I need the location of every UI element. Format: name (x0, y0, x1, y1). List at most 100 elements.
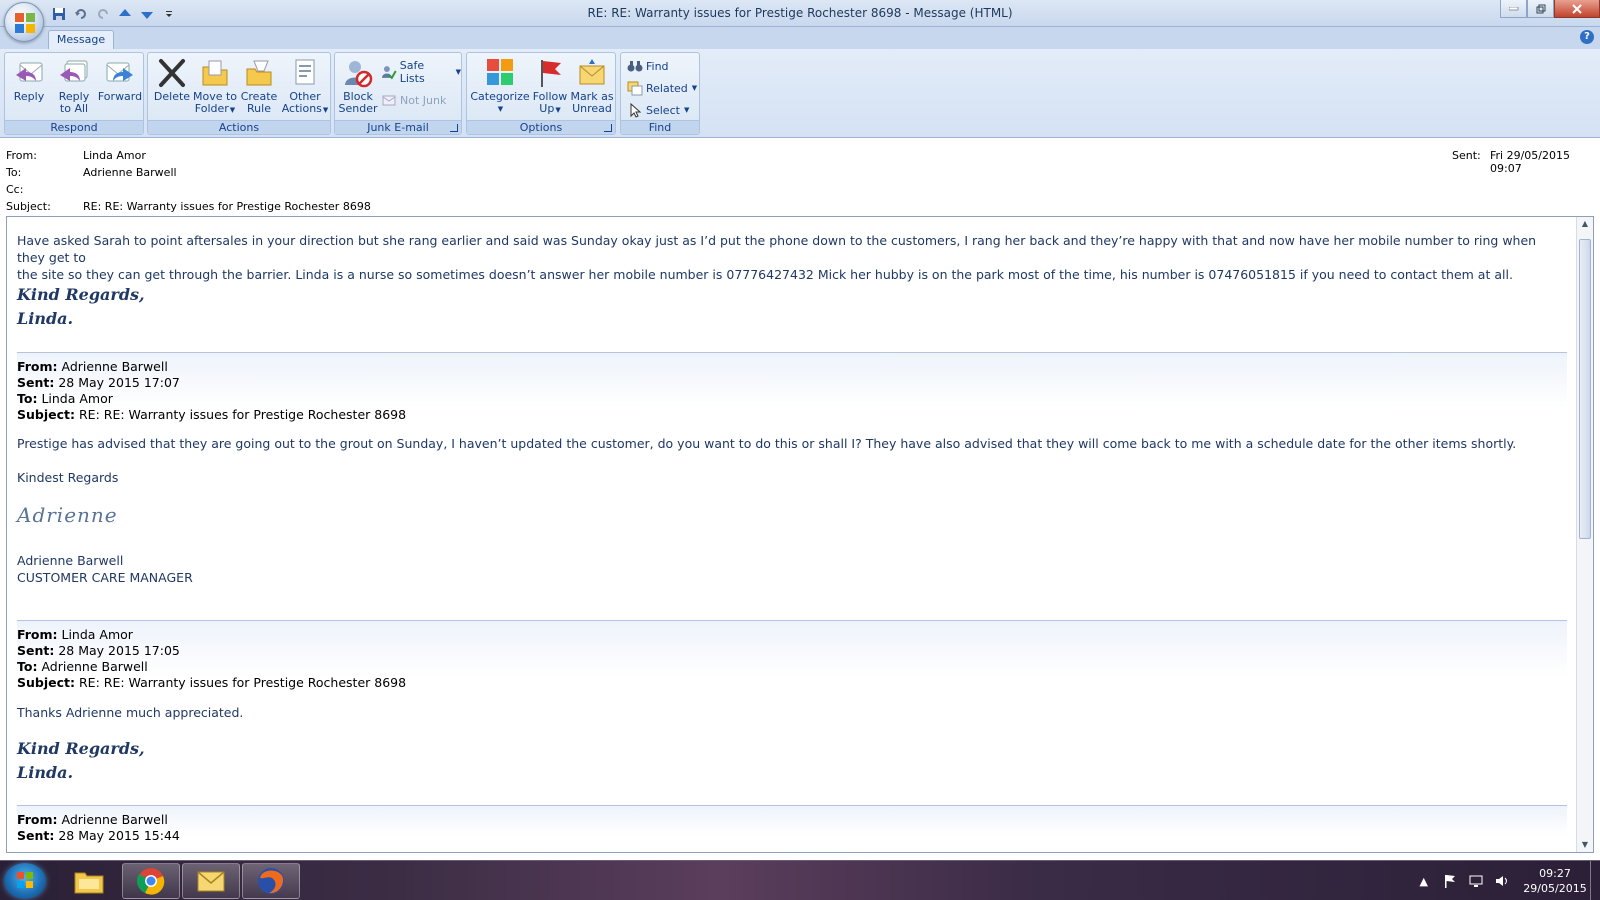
cc-label: Cc: (6, 183, 24, 196)
group-label-actions: Actions (148, 120, 330, 134)
taskbar-outlook[interactable] (182, 863, 240, 899)
taskbar-clock[interactable]: 09:27 29/05/2015 (1520, 866, 1590, 896)
volume-icon[interactable] (1494, 873, 1510, 889)
not-junk-button[interactable]: Not Junk (381, 91, 446, 109)
delete-icon (159, 59, 185, 87)
restore-icon[interactable] (1527, 0, 1554, 18)
window-controls (1500, 0, 1600, 20)
safe-lists-button[interactable]: Safe Lists ▼ (381, 59, 461, 85)
folder-icon (74, 872, 104, 894)
delete-button[interactable]: Delete (151, 57, 193, 119)
tab-message[interactable]: Message (48, 30, 114, 50)
quoted-name-1: Adrienne Barwell (17, 553, 124, 568)
follow-up-flag-icon (541, 60, 561, 87)
firefox-icon (258, 868, 284, 894)
windows-logo-icon (17, 872, 33, 888)
cursor-icon (630, 102, 642, 118)
quoted-text-1: Prestige has advised that they are going… (17, 436, 1517, 451)
signature-linda-2: Kind Regards, Linda. (17, 739, 145, 782)
reply-all-icon (60, 60, 88, 82)
quoted-header-1: From: Adrienne Barwell Sent: 28 May 2015… (17, 352, 1567, 423)
related-button[interactable]: Related ▼ (627, 79, 697, 97)
mark-as-unread-icon (579, 59, 605, 85)
group-label-respond: Respond (5, 120, 143, 134)
ribbon-tabs: Message ? (0, 27, 1600, 50)
vertical-scrollbar[interactable]: ▲ ▼ (1576, 217, 1593, 852)
block-sender-icon (345, 61, 373, 88)
signature-linda: Kind Regards, Linda. (17, 285, 145, 328)
options-dialog-launcher[interactable] (604, 124, 612, 132)
subject-label: Subject: (6, 200, 51, 213)
related-icon (627, 81, 643, 96)
group-junk-email: Block Sender Safe Lists ▼ Not Junk Junk E… (334, 52, 462, 135)
help-icon[interactable]: ? (1580, 30, 1594, 44)
sent-value: Fri 29/05/2015 09:07 (1490, 149, 1571, 175)
message-body[interactable]: Have asked Sarah to point aftersales in … (6, 216, 1594, 853)
junk-dialog-launcher[interactable] (450, 124, 458, 132)
quoted-text-2: Thanks Adrienne much appreciated. (17, 705, 244, 720)
create-rule-icon (246, 60, 272, 86)
group-options: Categorize ▼ Follow Up▼ Mark as Unread O… (466, 52, 616, 135)
system-tray: ▲ 09:27 29/05/2015 (1420, 861, 1600, 900)
taskbar: ▲ 09:27 29/05/2015 (0, 860, 1600, 900)
group-label-options: Options (467, 120, 615, 134)
other-actions-button[interactable]: Other Actions▼ (282, 57, 328, 119)
not-junk-icon (382, 95, 396, 106)
group-label-find: Find (621, 120, 699, 134)
office-button[interactable] (4, 2, 44, 42)
binoculars-icon (627, 61, 643, 72)
to-label: To: (6, 166, 22, 179)
to-value[interactable]: Adrienne Barwell (83, 166, 177, 179)
ribbon: Reply Reply to All Forward Respond Delet… (0, 49, 1600, 138)
follow-up-button[interactable]: Follow Up▼ (529, 57, 571, 119)
scroll-up-icon[interactable]: ▲ (1577, 217, 1593, 231)
quoted-regards-1: Kindest Regards (17, 470, 119, 485)
other-actions-icon (295, 59, 315, 85)
taskbar-chrome[interactable] (122, 863, 180, 899)
select-button[interactable]: Select ▼ (627, 101, 689, 119)
forward-icon (106, 62, 133, 82)
move-to-folder-button[interactable]: Move to Folder▼ (192, 57, 238, 119)
quoted-header-2: From: Linda Amor Sent: 28 May 2015 17:05… (17, 620, 1567, 691)
body-paragraph-1: Have asked Sarah to point aftersales in … (17, 233, 1537, 282)
safe-lists-icon (381, 66, 397, 80)
action-center-flag-icon[interactable] (1442, 873, 1458, 889)
from-value[interactable]: Linda Amor (83, 149, 146, 162)
find-button[interactable]: Find (627, 57, 669, 75)
start-button[interactable] (4, 863, 46, 899)
reply-all-button[interactable]: Reply to All (53, 57, 95, 119)
create-rule-button[interactable]: Create Rule (238, 57, 280, 119)
group-label-junk: Junk E-mail (335, 120, 461, 134)
categorize-icon (487, 59, 513, 85)
network-icon[interactable] (1468, 873, 1484, 889)
group-respond: Reply Reply to All Forward Respond (4, 52, 144, 135)
show-hidden-icons-icon[interactable]: ▲ (1420, 875, 1428, 888)
reply-icon (16, 62, 43, 82)
block-sender-button[interactable]: Block Sender (339, 57, 378, 119)
move-to-folder-icon (202, 60, 228, 86)
title-bar: RE: RE: Warranty issues for Prestige Roc… (0, 0, 1600, 27)
sent-label: Sent: (1452, 149, 1481, 162)
show-desktop-button[interactable] (1590, 861, 1600, 900)
window-title: RE: RE: Warranty issues for Prestige Roc… (587, 6, 1013, 20)
taskbar-firefox[interactable] (242, 863, 300, 899)
close-icon[interactable] (1554, 0, 1600, 18)
group-actions: Delete Move to Folder▼ Create Rule Other… (147, 52, 331, 135)
taskbar-explorer[interactable] (60, 863, 118, 899)
mark-as-unread-button[interactable]: Mark as Unread (569, 57, 615, 119)
envelope-icon (197, 871, 225, 892)
forward-button[interactable]: Forward (97, 57, 143, 119)
from-label: From: (6, 149, 37, 162)
quoted-header-3: From: Adrienne Barwell Sent: 28 May 2015… (17, 805, 1567, 844)
reply-button[interactable]: Reply (9, 57, 49, 119)
categorize-button[interactable]: Categorize ▼ (470, 57, 530, 119)
message-header: From: Linda Amor To: Adrienne Barwell Cc… (0, 139, 1600, 216)
scroll-down-icon[interactable]: ▼ (1577, 838, 1593, 852)
signature-adrienne: Adrienne (17, 503, 118, 527)
quoted-role-1: CUSTOMER CARE MANAGER (17, 570, 193, 585)
chrome-icon (136, 868, 165, 895)
minimize-icon[interactable] (1500, 0, 1527, 18)
scroll-thumb[interactable] (1579, 239, 1591, 539)
subject-value: RE: RE: Warranty issues for Prestige Roc… (83, 200, 371, 213)
office-logo-icon (15, 13, 35, 33)
